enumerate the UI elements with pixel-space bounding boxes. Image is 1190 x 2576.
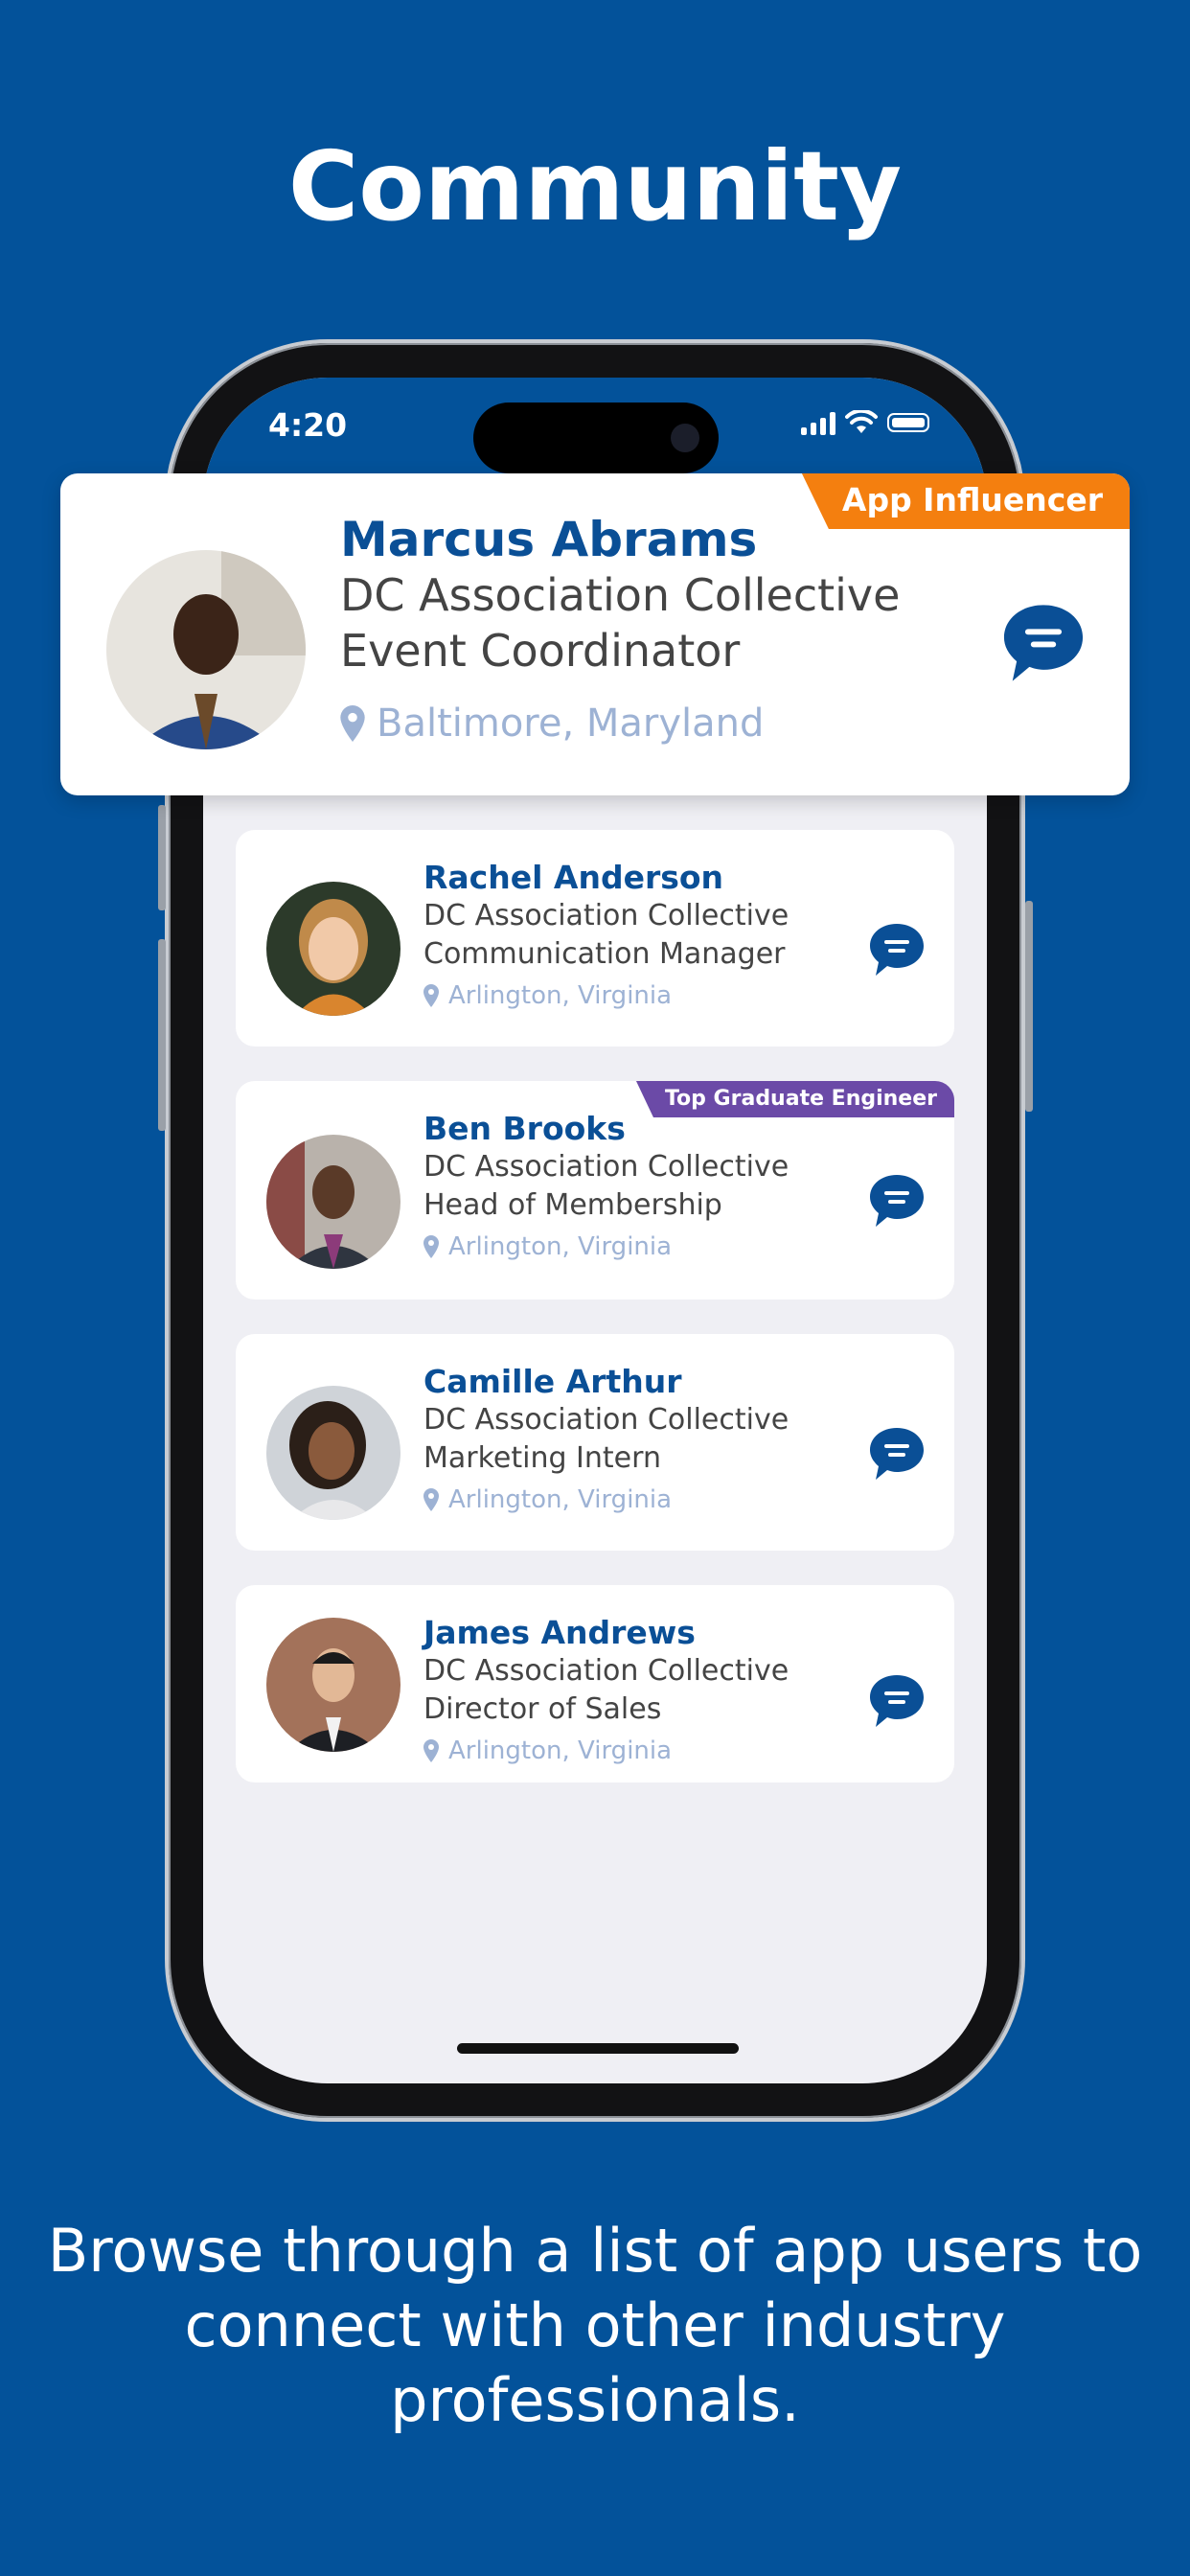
location-pin-icon [423, 1235, 439, 1258]
location-pin-icon [423, 984, 439, 1007]
dynamic-island [473, 402, 719, 473]
location-pin-icon [340, 705, 365, 742]
camera-icon [671, 424, 699, 452]
chat-bubble-icon[interactable] [868, 1673, 926, 1729]
location-pin-icon [423, 1488, 439, 1511]
member-location: Arlington, Virginia [423, 1232, 672, 1261]
page-caption: Browse through a list of app users to co… [47, 2216, 1143, 2435]
chat-bubble-icon[interactable] [868, 922, 926, 978]
member-card[interactable]: James Andrews DC Association Collective … [236, 1585, 954, 1782]
member-organization: DC Association Collective [423, 1403, 790, 1437]
member-location: Arlington, Virginia [423, 981, 672, 1010]
member-location-text: Arlington, Virginia [448, 981, 673, 1010]
volume-up-button [158, 805, 166, 910]
avatar [106, 550, 306, 749]
member-location-text: Arlington, Virginia [448, 1736, 673, 1765]
member-role: Communication Manager [423, 937, 786, 971]
chat-bubble-icon[interactable] [868, 1173, 926, 1229]
member-name[interactable]: Ben Brooks [423, 1110, 626, 1147]
member-role: Marketing Intern [423, 1441, 661, 1475]
member-name[interactable]: James Andrews [423, 1614, 696, 1651]
featured-name[interactable]: Marcus Abrams [340, 512, 757, 567]
featured-organization: DC Association Collective [340, 569, 901, 621]
cellular-signal-icon [801, 410, 835, 435]
member-name[interactable]: Camille Arthur [423, 1363, 682, 1400]
avatar [266, 882, 400, 1016]
avatar [266, 1618, 400, 1752]
status-icons [801, 410, 929, 435]
featured-member-card[interactable]: App Influencer Marcus Abrams DC Associat… [60, 473, 1130, 795]
battery-icon [887, 413, 929, 432]
page-title: Community [287, 130, 903, 242]
wifi-icon [845, 410, 878, 433]
member-organization: DC Association Collective [423, 899, 790, 932]
member-role: Director of Sales [423, 1692, 662, 1726]
member-location: Arlington, Virginia [423, 1736, 672, 1765]
power-button [1025, 901, 1033, 1112]
member-location: Arlington, Virginia [423, 1485, 672, 1514]
avatar [266, 1386, 400, 1520]
member-name[interactable]: Rachel Anderson [423, 859, 723, 896]
chat-bubble-icon[interactable] [1001, 602, 1086, 684]
status-time: 4:20 [268, 406, 348, 444]
featured-location: Baltimore, Maryland [340, 702, 764, 746]
app-influencer-badge: App Influencer [801, 473, 1130, 529]
location-pin-icon [423, 1739, 439, 1762]
avatar [266, 1135, 400, 1269]
member-card[interactable]: Rachel Anderson DC Association Collectiv… [236, 830, 954, 1046]
member-card[interactable]: Top Graduate Engineer Ben Brooks DC Asso… [236, 1081, 954, 1300]
member-role: Head of Membership [423, 1188, 722, 1222]
member-organization: DC Association Collective [423, 1654, 790, 1688]
member-organization: DC Association Collective [423, 1150, 790, 1184]
volume-down-button [158, 939, 166, 1131]
top-graduate-badge: Top Graduate Engineer [635, 1081, 954, 1117]
home-indicator[interactable] [457, 2043, 739, 2054]
member-card[interactable]: Camille Arthur DC Association Collective… [236, 1334, 954, 1551]
member-location-text: Arlington, Virginia [448, 1232, 673, 1261]
featured-location-text: Baltimore, Maryland [377, 702, 765, 746]
chat-bubble-icon[interactable] [868, 1426, 926, 1482]
member-location-text: Arlington, Virginia [448, 1485, 673, 1514]
featured-role: Event Coordinator [340, 625, 741, 677]
